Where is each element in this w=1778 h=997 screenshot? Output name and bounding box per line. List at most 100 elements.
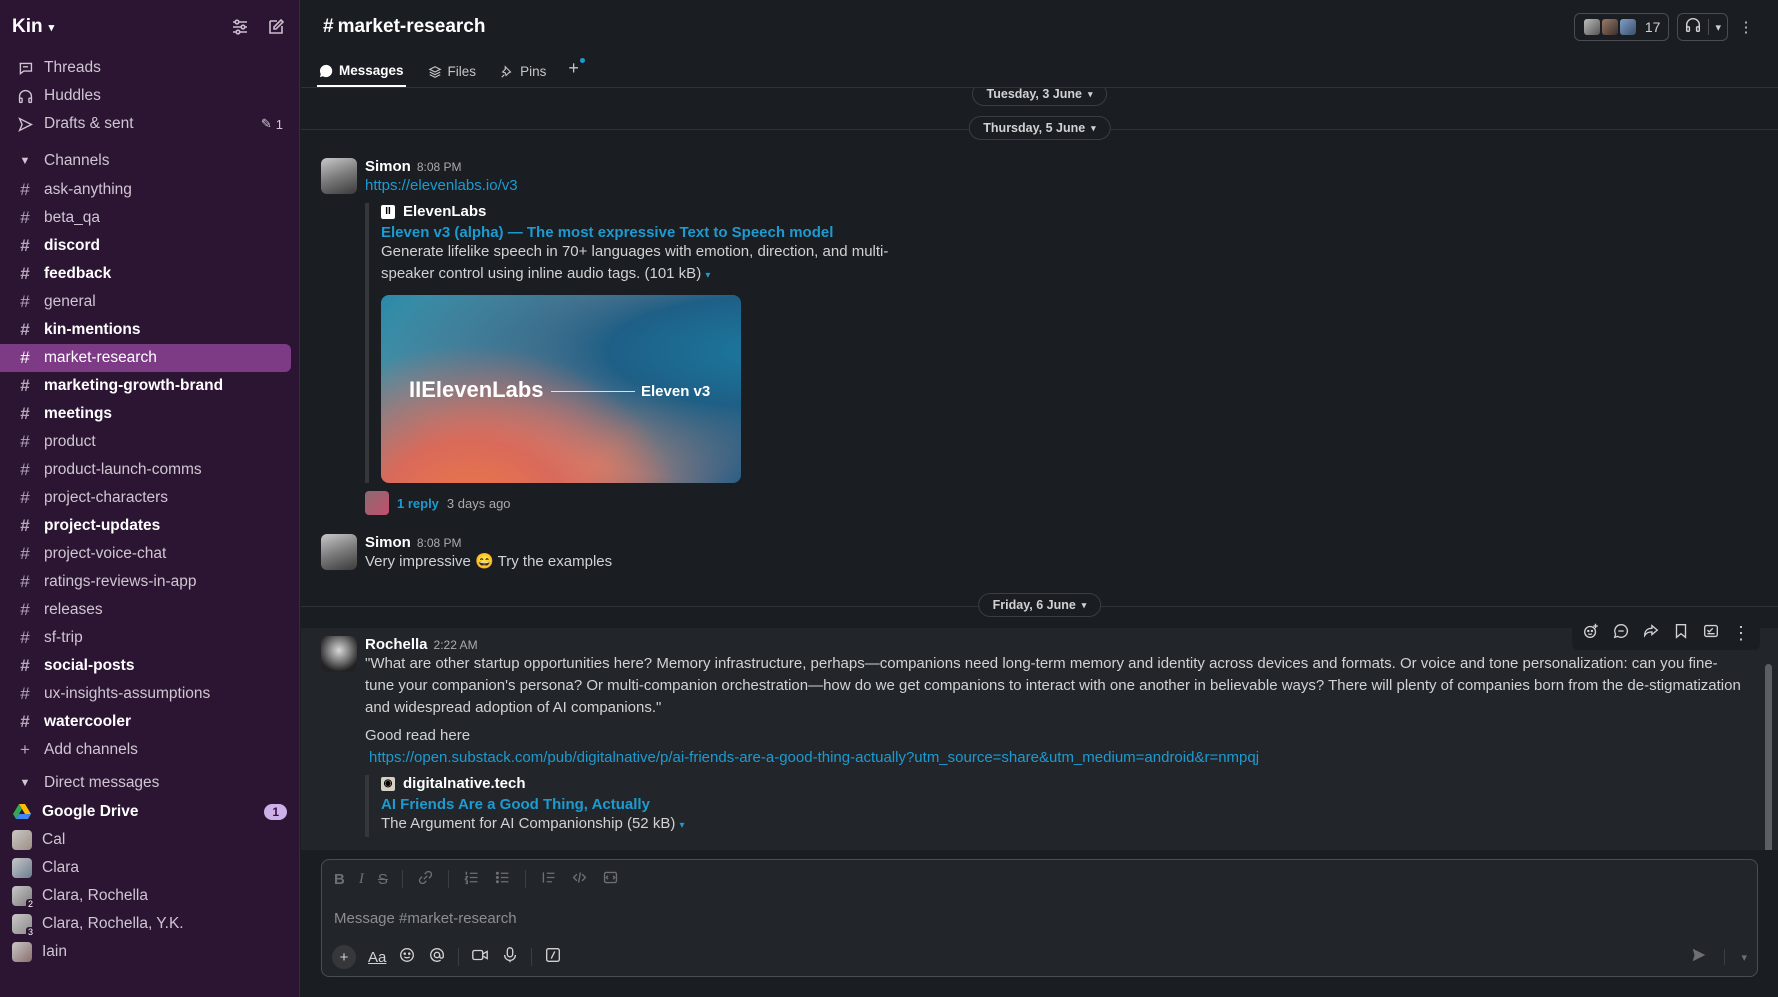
dm-clara[interactable]: Clara xyxy=(0,854,299,882)
message-input[interactable]: Message #market-research xyxy=(322,898,1757,938)
attach-plus-icon[interactable]: + xyxy=(332,945,356,969)
reply-thread-icon[interactable] xyxy=(1612,622,1630,644)
nav-huddles[interactable]: Huddles xyxy=(0,82,299,110)
channel-project-voice-chat[interactable]: # project-voice-chat xyxy=(0,540,299,568)
channel-releases[interactable]: # releases xyxy=(0,596,299,624)
preview-image[interactable]: IIElevenLabs Eleven v3 xyxy=(381,295,741,483)
compose-icon[interactable] xyxy=(265,16,287,38)
code-icon[interactable] xyxy=(571,869,588,890)
channel-feedback[interactable]: # feedback xyxy=(0,260,299,288)
separator xyxy=(447,870,449,888)
bold-icon[interactable]: B xyxy=(334,871,345,888)
more-options-icon[interactable]: ⋮ xyxy=(1736,18,1756,36)
caret-down-icon[interactable]: ▾ xyxy=(680,820,685,831)
dm-section-toggle[interactable]: ▼ Direct messages xyxy=(0,768,299,798)
message-time[interactable]: 8:08 PM xyxy=(417,160,462,174)
app-actions-icon[interactable] xyxy=(1702,622,1720,644)
channel-social-posts[interactable]: # social-posts xyxy=(0,652,299,680)
channel-ratings-reviews-in-app[interactable]: # ratings-reviews-in-app xyxy=(0,568,299,596)
date-divider[interactable]: Friday, 6 June ▾ xyxy=(977,593,1102,617)
shortcuts-icon[interactable] xyxy=(544,946,562,968)
channel-sf-trip[interactable]: # sf-trip xyxy=(0,624,299,652)
message[interactable]: Simon 8:08 PM Very impressive 😄 Try the e… xyxy=(321,534,1758,573)
tab-files[interactable]: Files xyxy=(426,64,479,87)
tab-label: Pins xyxy=(520,64,547,79)
date-divider[interactable]: Tuesday, 3 June ▾ xyxy=(971,88,1108,106)
members-button[interactable]: 17 xyxy=(1573,13,1670,41)
substack-icon: ◉ xyxy=(381,776,395,791)
message[interactable]: Rochella 2:22 AM "What are other startup … xyxy=(301,628,1778,850)
add-channels-button[interactable]: + Add channels xyxy=(0,736,299,764)
channel-product[interactable]: # product xyxy=(0,428,299,456)
channel-discord[interactable]: # discord xyxy=(0,232,299,260)
tab-pins[interactable]: Pins xyxy=(498,64,548,87)
avatar[interactable] xyxy=(321,534,357,570)
bulleted-list-icon[interactable] xyxy=(494,869,511,890)
message-link[interactable]: https://open.substack.com/pub/digitalnat… xyxy=(369,749,1259,766)
nav-label: Threads xyxy=(44,59,101,76)
send-icon[interactable] xyxy=(1690,946,1708,968)
channel-market-research[interactable]: # market-research xyxy=(0,344,291,372)
code-block-icon[interactable] xyxy=(602,869,619,890)
strikethrough-icon[interactable]: S xyxy=(378,871,388,888)
message-author[interactable]: Simon xyxy=(365,534,411,551)
workspace-switcher[interactable]: Kin ▾ xyxy=(12,16,54,38)
channel-general[interactable]: # general xyxy=(0,288,299,316)
link-icon[interactable] xyxy=(417,869,434,890)
dm-clara-rochella-y-k-[interactable]: 3 Clara, Rochella, Y.K. xyxy=(0,910,299,938)
add-reaction-icon[interactable] xyxy=(1582,622,1600,644)
scrollbar[interactable] xyxy=(1765,664,1772,850)
channel-meetings[interactable]: # meetings xyxy=(0,400,299,428)
unfurl-title[interactable]: AI Friends Are a Good Thing, Actually xyxy=(381,796,1758,813)
message-time[interactable]: 8:08 PM xyxy=(417,536,462,550)
huddle-button[interactable]: ▾ xyxy=(1677,13,1728,41)
channel-watercooler[interactable]: # watercooler xyxy=(0,708,299,736)
message-author[interactable]: Simon xyxy=(365,158,411,175)
message-time[interactable]: 2:22 AM xyxy=(434,638,478,652)
dm-clara-rochella[interactable]: 2 Clara, Rochella xyxy=(0,882,299,910)
chevron-down-icon[interactable]: ▾ xyxy=(1741,951,1747,964)
avatar[interactable] xyxy=(321,636,357,672)
italic-icon[interactable]: I xyxy=(359,871,364,888)
dm-iain[interactable]: Iain xyxy=(0,938,299,966)
channel-project-updates[interactable]: # project-updates xyxy=(0,512,299,540)
unfurl-title[interactable]: Eleven v3 (alpha) — The most expressive … xyxy=(381,224,1758,241)
tab-messages[interactable]: Messages xyxy=(317,63,406,87)
thread-summary[interactable]: 1 reply 3 days ago xyxy=(365,491,1758,515)
channel-project-characters[interactable]: # project-characters xyxy=(0,484,299,512)
add-tab-button[interactable]: + xyxy=(568,58,585,87)
channel-ask-anything[interactable]: # ask-anything xyxy=(0,176,299,204)
microphone-icon[interactable] xyxy=(501,946,519,968)
video-icon[interactable] xyxy=(471,946,489,968)
ordered-list-icon[interactable] xyxy=(463,869,480,890)
nav-drafts-sent[interactable]: Drafts & sent ✎ 1 xyxy=(0,110,299,138)
channel-product-launch-comms[interactable]: # product-launch-comms xyxy=(0,456,299,484)
date-divider[interactable]: Thursday, 5 June ▾ xyxy=(968,116,1111,140)
avatar: 3 xyxy=(12,914,35,937)
channel-beta_qa[interactable]: # beta_qa xyxy=(0,204,299,232)
channel-kin-mentions[interactable]: # kin-mentions xyxy=(0,316,299,344)
forward-icon[interactable] xyxy=(1642,622,1660,644)
channel-marketing-growth-brand[interactable]: # marketing-growth-brand xyxy=(0,372,299,400)
hash-icon: # xyxy=(20,712,30,731)
text-format-icon[interactable]: Aa xyxy=(368,949,386,966)
dm-cal[interactable]: Cal xyxy=(0,826,299,854)
avatar[interactable] xyxy=(321,158,357,194)
nav-threads[interactable]: Threads xyxy=(0,54,299,82)
mention-icon[interactable] xyxy=(428,946,446,968)
channels-section-toggle[interactable]: ▼ Channels xyxy=(0,146,299,176)
message-author[interactable]: Rochella xyxy=(365,636,428,653)
bookmark-icon[interactable] xyxy=(1672,622,1690,644)
channel-ux-insights-assumptions[interactable]: # ux-insights-assumptions xyxy=(0,680,299,708)
channel-title[interactable]: # market-research xyxy=(323,16,485,38)
filter-icon[interactable] xyxy=(229,16,251,38)
message[interactable]: Simon 8:08 PM https://elevenlabs.io/v3 II… xyxy=(321,158,1758,515)
caret-down-icon[interactable]: ▾ xyxy=(705,270,710,281)
reply-count[interactable]: 1 reply xyxy=(397,496,439,511)
blockquote-icon[interactable] xyxy=(540,869,557,890)
more-actions-icon[interactable]: ⋮ xyxy=(1732,623,1750,644)
dm-google-drive[interactable]: Google Drive 1 xyxy=(0,798,299,826)
channel-label: product xyxy=(44,433,96,450)
emoji-icon[interactable] xyxy=(398,946,416,968)
message-link[interactable]: https://elevenlabs.io/v3 xyxy=(365,177,518,194)
